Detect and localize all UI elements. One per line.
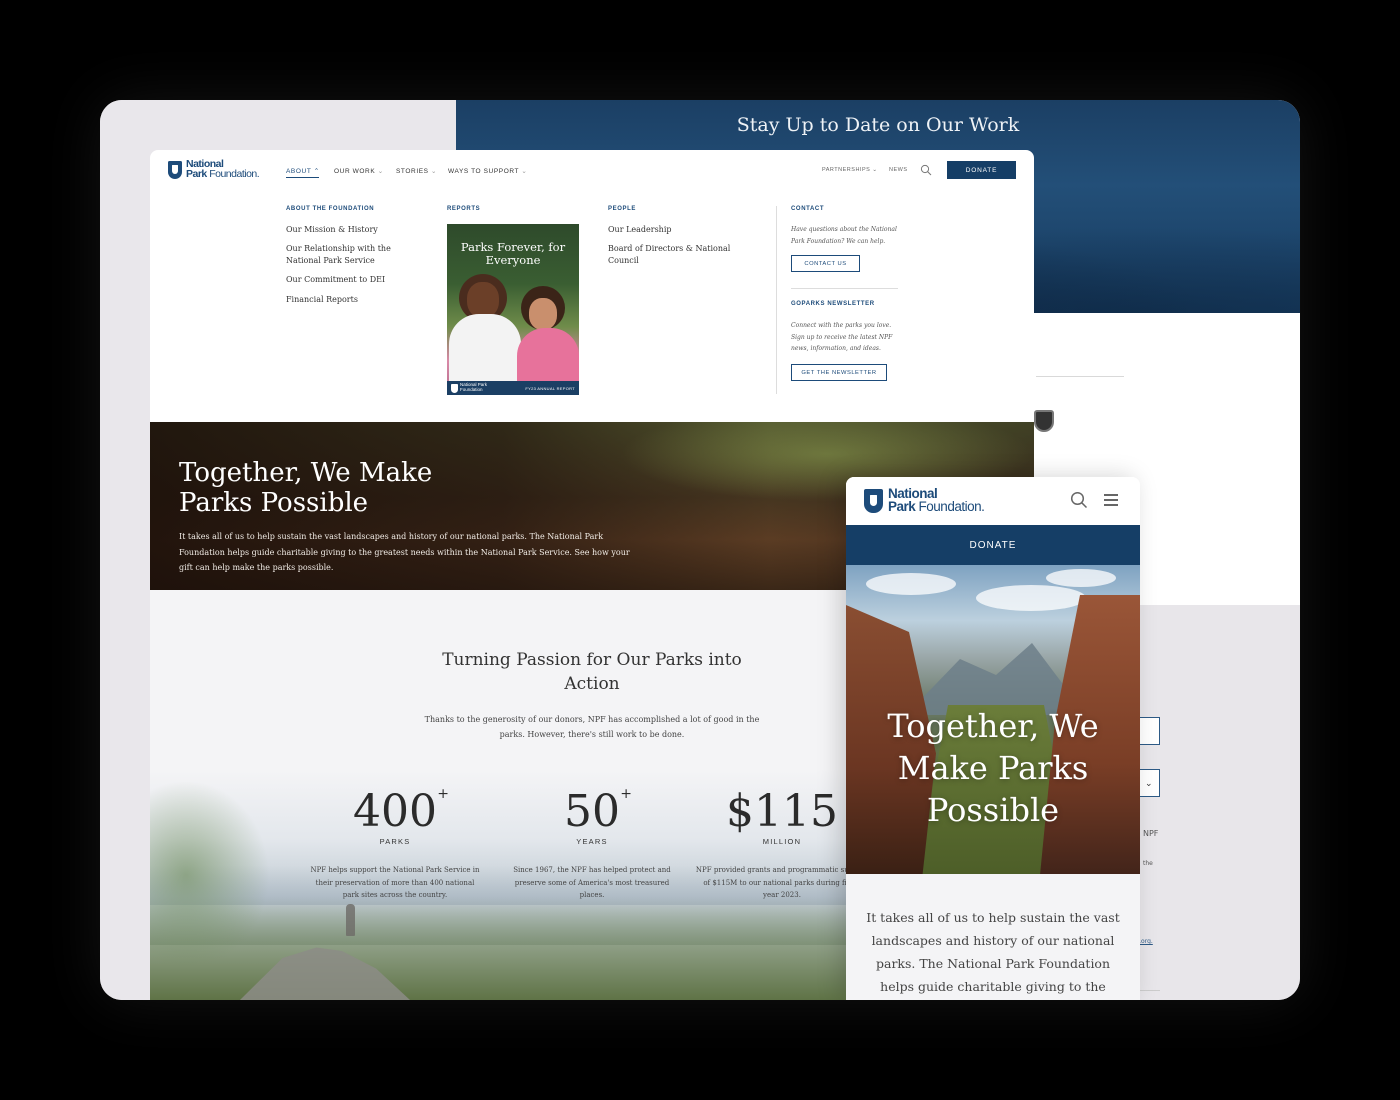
- back-page-divider: [1036, 376, 1124, 377]
- nav-partnerships[interactable]: Partnerships ⌄: [822, 167, 877, 173]
- menu-link-board[interactable]: Board of Directors & National Council: [608, 243, 733, 267]
- cloud: [976, 585, 1086, 611]
- stat-parks: 400 + Parks NPF helps support the Nationa…: [300, 787, 490, 902]
- contact-text: Have questions about the National Park F…: [791, 226, 897, 245]
- stat-label: Years: [576, 837, 608, 846]
- shield-logo-icon: [451, 384, 458, 393]
- stat-suffix: +: [437, 786, 449, 802]
- donate-button-label: Donate: [965, 166, 998, 174]
- logo-line-2b: Foundation.: [209, 167, 260, 180]
- contact-us-button[interactable]: Contact Us: [791, 255, 860, 272]
- back-page-text-input[interactable]: [1140, 717, 1160, 745]
- mobile-intro-text: It takes all of us to help sustain the v…: [866, 910, 1120, 994]
- hero-title-line-1: Together, We Make: [179, 458, 433, 488]
- hero-title-line-2: Parks Possible: [179, 488, 369, 518]
- search-icon[interactable]: [920, 164, 932, 176]
- partner-logo: [1034, 410, 1054, 432]
- chevron-up-icon: ⌃: [313, 168, 320, 175]
- menu-link-leadership[interactable]: Our Leadership: [608, 224, 733, 236]
- report-photo-body: [449, 314, 521, 384]
- about-column-heading: About the Foundation: [286, 206, 375, 212]
- hiker-figure: [346, 904, 355, 936]
- nav-about-label: About: [286, 168, 312, 175]
- nav-our-work[interactable]: Our Work ⌄: [334, 167, 384, 175]
- newsletter-column-heading: GoParks Newsletter: [791, 301, 875, 307]
- nav-stories-label: Stories: [396, 168, 429, 175]
- people-column-heading: People: [608, 206, 636, 212]
- shield-logo-icon: [168, 160, 182, 179]
- mobile-hero: Together, We Make Parks Possible: [846, 565, 1140, 874]
- get-newsletter-button[interactable]: Get the Newsletter: [791, 364, 887, 381]
- contact-column-heading: Contact: [791, 206, 825, 212]
- newsletter-text: Connect with the parks you love. Sign up…: [791, 322, 893, 352]
- about-mega-menu: About the Foundation Our Mission & Histo…: [150, 192, 1034, 422]
- nav-ways-to-support[interactable]: Ways to Support ⌄: [448, 167, 527, 175]
- top-navigation: National Park Foundation. About ⌃ Our Wo…: [150, 150, 1034, 192]
- stat-years: 50 + Years Since 1967, the NPF has helped…: [497, 787, 687, 902]
- annual-report-cover[interactable]: Parks Forever, for Everyone National Par…: [447, 224, 579, 395]
- hero-body: It takes all of us to help sustain the v…: [179, 532, 630, 572]
- nav-our-work-label: Our Work: [334, 168, 376, 175]
- mobile-donate-label: Donate: [969, 539, 1017, 551]
- mobile-page: National Park Foundation. Donate Togethe…: [846, 477, 1140, 1000]
- report-footer: National Park Foundation FY23 Annual Rep…: [447, 381, 579, 395]
- tree-foliage: [150, 780, 270, 970]
- stat-value: 50: [564, 786, 620, 837]
- mega-menu-divider: [791, 288, 898, 289]
- menu-link-dei[interactable]: Our Commitment to DEI: [286, 274, 396, 286]
- mobile-hero-title: Together, We Make Parks Possible: [887, 707, 1099, 829]
- search-icon[interactable]: [1070, 491, 1088, 509]
- report-photo-body: [517, 328, 579, 388]
- mega-menu-divider: [776, 206, 777, 394]
- chevron-down-icon: ⌄: [377, 168, 384, 175]
- nav-active-indicator: [286, 177, 319, 178]
- chevron-down-icon: ⌄: [521, 168, 528, 175]
- screenshot-frame: Stay Up to Date on Our Work ⌄ NPF the s.…: [100, 100, 1300, 1000]
- report-footer-label: FY23 Annual Report: [525, 386, 575, 391]
- stat-label: Parks: [379, 837, 411, 846]
- site-logo[interactable]: National Park Foundation.: [864, 487, 985, 514]
- report-photo-face: [529, 298, 557, 330]
- chevron-down-icon: ⌄: [872, 167, 878, 173]
- menu-link-relationship[interactable]: Our Relationship with the National Park …: [286, 243, 396, 267]
- logo-line-2a: Park: [186, 167, 207, 180]
- donate-button[interactable]: Donate: [947, 161, 1016, 179]
- chevron-down-icon: ⌄: [1145, 779, 1153, 789]
- nav-about[interactable]: About ⌃: [286, 167, 320, 175]
- back-page-divider: [1140, 990, 1160, 991]
- logo-line-2a: Park: [888, 498, 916, 514]
- chevron-down-icon: ⌄: [431, 168, 438, 175]
- nav-news[interactable]: News: [889, 167, 908, 173]
- stat-value: $115: [726, 786, 838, 837]
- logo-line-2b: Foundation.: [918, 498, 985, 514]
- mobile-header: National Park Foundation.: [846, 477, 1140, 525]
- report-photo-face: [467, 282, 499, 318]
- site-logo[interactable]: National Park Foundation.: [168, 159, 260, 180]
- stat-description: NPF helps support the National Park Serv…: [310, 866, 480, 899]
- report-title: Parks Forever, for Everyone: [460, 240, 566, 267]
- back-page-heading: Stay Up to Date on Our Work: [736, 114, 1020, 136]
- hero-title: Together, We Make Parks Possible: [179, 458, 432, 518]
- nav-stories[interactable]: Stories ⌄: [396, 167, 437, 175]
- cloud: [1046, 569, 1116, 587]
- back-page-snippet: NPF: [1143, 829, 1159, 838]
- reports-column-heading: Reports: [447, 206, 481, 212]
- stat-suffix: +: [620, 786, 632, 802]
- nav-ways-to-support-label: Ways to Support: [448, 168, 520, 175]
- shield-logo-icon: [864, 488, 883, 513]
- mobile-intro: It takes all of us to help sustain the v…: [846, 874, 1140, 1000]
- stat-description: Since 1967, the NPF has helped protect a…: [513, 866, 671, 899]
- back-page-snippet: the: [1143, 860, 1153, 867]
- menu-link-financial-reports[interactable]: Financial Reports: [286, 294, 396, 306]
- report-footer-logo: National Park Foundation: [460, 382, 488, 392]
- menu-icon[interactable]: [1104, 494, 1118, 506]
- impact-title: Turning Passion for Our Parks into Actio…: [442, 650, 742, 694]
- menu-link-mission[interactable]: Our Mission & History: [286, 224, 396, 236]
- impact-lede: Thanks to the generosity of our donors, …: [424, 715, 760, 739]
- mobile-donate-button[interactable]: Donate: [846, 525, 1140, 565]
- nav-partnerships-label: Partnerships: [822, 167, 871, 173]
- stat-value: 400: [353, 786, 437, 837]
- cloud: [866, 573, 956, 595]
